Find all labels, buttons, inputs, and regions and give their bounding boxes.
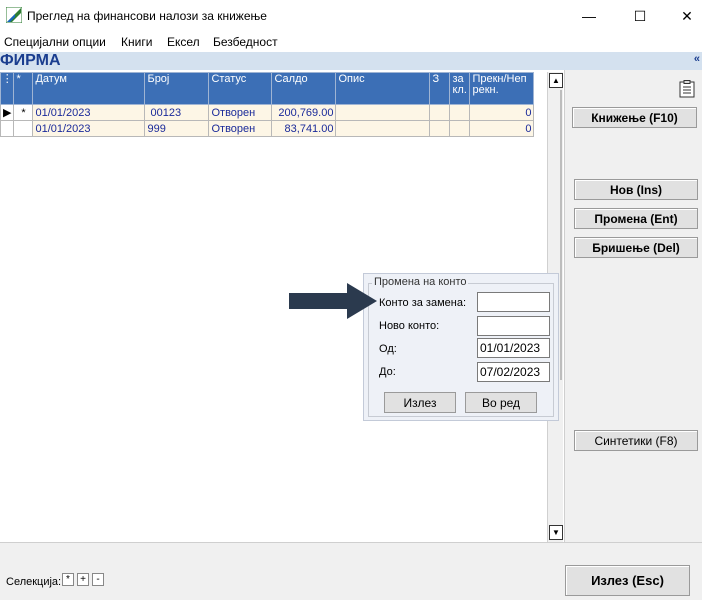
row-indicator: ▶ (0, 104, 15, 121)
edit-button[interactable]: Промена (Ent) (574, 208, 698, 229)
select-all-button[interactable]: * (62, 573, 74, 586)
scroll-down-icon[interactable]: ▼ (549, 525, 563, 540)
pointer-arrow-icon (289, 283, 377, 319)
menu-bar: Специјални опции Книги Ексел Безбедност (0, 32, 702, 52)
close-button[interactable]: ✕ (664, 0, 702, 32)
cell-datum[interactable]: 01/01/2023 (32, 120, 146, 137)
change-account-dialog: Промена на конто Конто за замена: Ново к… (363, 273, 559, 421)
grid-header-prekn[interactable]: Прекн/Неп рекн. (469, 72, 535, 105)
synthetic-button[interactable]: Синтетики (F8) (574, 430, 698, 451)
cell-zakl[interactable] (449, 120, 471, 137)
cell-status[interactable]: Отворен (208, 120, 273, 137)
clipboard-icon[interactable] (679, 80, 695, 98)
selection-label: Селекција: (6, 576, 62, 588)
konto-input[interactable] (477, 292, 550, 312)
app-logo-icon (6, 7, 22, 23)
cell-prekn[interactable]: 0 (469, 120, 535, 137)
scroll-track[interactable] (560, 90, 562, 380)
scroll-up-icon[interactable]: ▲ (549, 73, 563, 88)
cell-z[interactable] (429, 104, 451, 121)
od-date-input[interactable] (477, 338, 550, 358)
collapse-icon[interactable]: « (694, 53, 700, 65)
right-action-panel: Книжење (F10) Нов (Ins) Промена (Ent) Бр… (564, 70, 702, 542)
grid-header-star[interactable]: * (13, 72, 34, 105)
table-row[interactable]: 01/01/2023 999 Отворен 83,741.00 0 (0, 120, 535, 137)
od-label: Од: (379, 343, 397, 355)
grid-column-selector-icon[interactable]: ⋮ (0, 72, 15, 105)
row-star (13, 120, 34, 137)
dialog-exit-button[interactable]: Излез (384, 392, 456, 413)
cell-saldo[interactable]: 200,769.00 (271, 104, 337, 121)
cell-status[interactable]: Отворен (208, 104, 273, 121)
cell-opis[interactable] (335, 104, 431, 121)
cell-datum[interactable]: 01/01/2023 (32, 104, 146, 121)
grid-header-saldo[interactable]: Салдо (271, 72, 337, 105)
table-row[interactable]: ▶ * 01/01/2023 00123 Отворен 200,769.00 … (0, 104, 535, 121)
menu-security[interactable]: Безбедност (213, 35, 278, 49)
select-minus-button[interactable]: - (92, 573, 104, 586)
section-header: ФИРМА « (0, 52, 702, 70)
minimize-button[interactable]: — (566, 0, 612, 32)
do-label: До: (379, 366, 396, 378)
grid-header-datum[interactable]: Датум (32, 72, 146, 105)
cell-prekn[interactable]: 0 (469, 104, 535, 121)
do-date-input[interactable] (477, 362, 550, 382)
title-bar: Преглед на финансови налози за книжење —… (0, 0, 702, 32)
delete-button[interactable]: Бришење (Del) (574, 237, 698, 258)
exit-button[interactable]: Излез (Esc) (565, 565, 690, 596)
select-plus-button[interactable]: + (77, 573, 89, 586)
menu-special-options[interactable]: Специјални опции (4, 35, 106, 49)
cell-broj[interactable]: 00123 (144, 104, 210, 121)
konto-label: Конто за замена: (379, 297, 466, 309)
grid-header-broj[interactable]: Број (144, 72, 210, 105)
journal-grid: ⋮ * Датум Број Статус Салдо Опис З за кл… (0, 72, 535, 137)
cell-zakl[interactable] (449, 104, 471, 121)
cell-broj[interactable]: 999 (144, 120, 210, 137)
cell-z[interactable] (429, 120, 451, 137)
menu-books[interactable]: Книги (121, 35, 152, 49)
maximize-button[interactable]: ☐ (617, 0, 663, 32)
cell-saldo[interactable]: 83,741.00 (271, 120, 337, 137)
dialog-legend: Промена на конто (372, 276, 469, 288)
grid-header-zakl[interactable]: за кл. (449, 72, 471, 105)
cell-opis[interactable] (335, 120, 431, 137)
novo-konto-input[interactable] (477, 316, 550, 336)
section-title: ФИРМА (0, 52, 61, 69)
dialog-ok-button[interactable]: Во ред (465, 392, 537, 413)
post-button[interactable]: Книжење (F10) (572, 107, 697, 128)
new-button[interactable]: Нов (Ins) (574, 179, 698, 200)
window-title: Преглед на финансови налози за книжење (27, 9, 267, 23)
bottom-bar: Селекција: * + - Излез (Esc) (0, 542, 702, 600)
grid-header-z[interactable]: З (429, 72, 451, 105)
grid-header-opis[interactable]: Опис (335, 72, 431, 105)
row-star: * (13, 104, 34, 121)
grid-header-status[interactable]: Статус (208, 72, 273, 105)
row-indicator (0, 120, 15, 137)
menu-excel[interactable]: Ексел (167, 35, 200, 49)
novo-konto-label: Ново конто: (379, 320, 440, 332)
